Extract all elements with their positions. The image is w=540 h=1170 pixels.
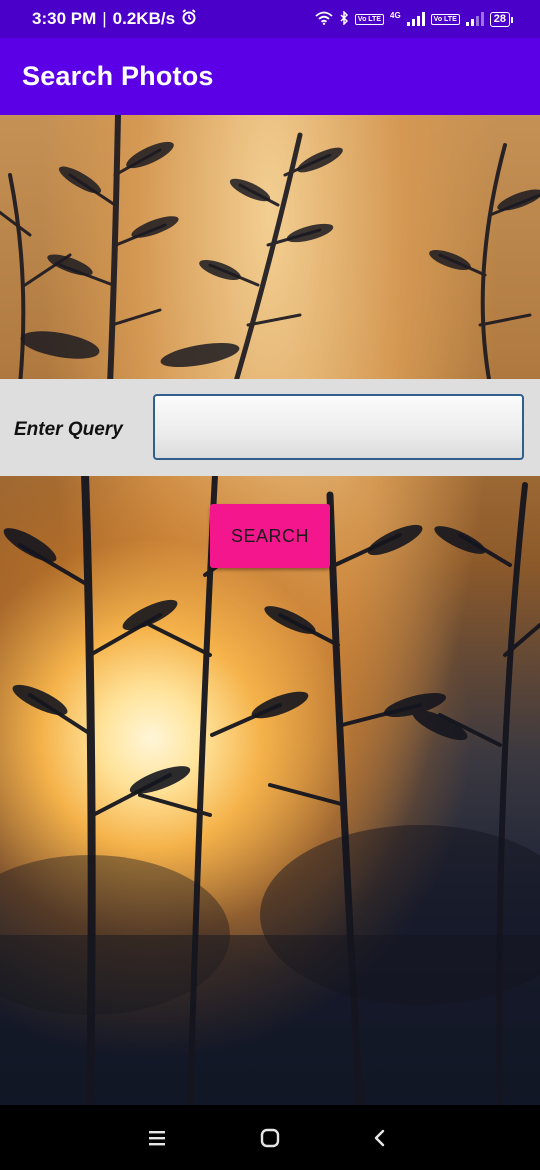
battery-icon: 28 bbox=[489, 11, 514, 27]
status-right: Vo LTE 4G Vo LTE 28 bbox=[315, 9, 514, 28]
network-type: 4G bbox=[390, 10, 401, 20]
app-title: Search Photos bbox=[22, 61, 214, 91]
plant-silhouettes bbox=[0, 115, 540, 1105]
status-left: 3:30 PM | 0.2KB/s bbox=[32, 8, 197, 30]
home-icon[interactable] bbox=[256, 1125, 284, 1151]
battery-level: 28 bbox=[493, 12, 506, 25]
status-bar: 3:30 PM | 0.2KB/s Vo LTE 4G Vo LTE 28 bbox=[0, 0, 540, 38]
volte-badge-1: Vo LTE bbox=[354, 13, 384, 25]
status-time: 3:30 PM bbox=[32, 9, 97, 28]
query-label: Enter Query bbox=[14, 419, 123, 440]
signal-icon bbox=[406, 12, 425, 26]
status-separator: | bbox=[102, 9, 107, 28]
signal-icon-2 bbox=[465, 12, 484, 26]
app-bar: Search Photos bbox=[0, 38, 540, 115]
navigation-bar bbox=[0, 1105, 540, 1170]
query-input[interactable] bbox=[153, 394, 524, 460]
bluetooth-icon bbox=[339, 9, 349, 28]
query-form-panel: Enter Query bbox=[0, 379, 540, 476]
search-button[interactable]: SEARCH bbox=[210, 504, 330, 568]
alarm-icon bbox=[181, 8, 197, 30]
back-icon[interactable] bbox=[366, 1125, 394, 1151]
screen: 3:30 PM | 0.2KB/s Vo LTE 4G Vo LTE 28 Se… bbox=[0, 0, 540, 1170]
wifi-icon bbox=[315, 11, 333, 28]
volte-badge-2: Vo LTE bbox=[430, 13, 460, 25]
menu-icon[interactable] bbox=[143, 1125, 171, 1151]
status-data-rate: 0.2KB/s bbox=[112, 9, 176, 28]
background-photo bbox=[0, 115, 540, 1105]
